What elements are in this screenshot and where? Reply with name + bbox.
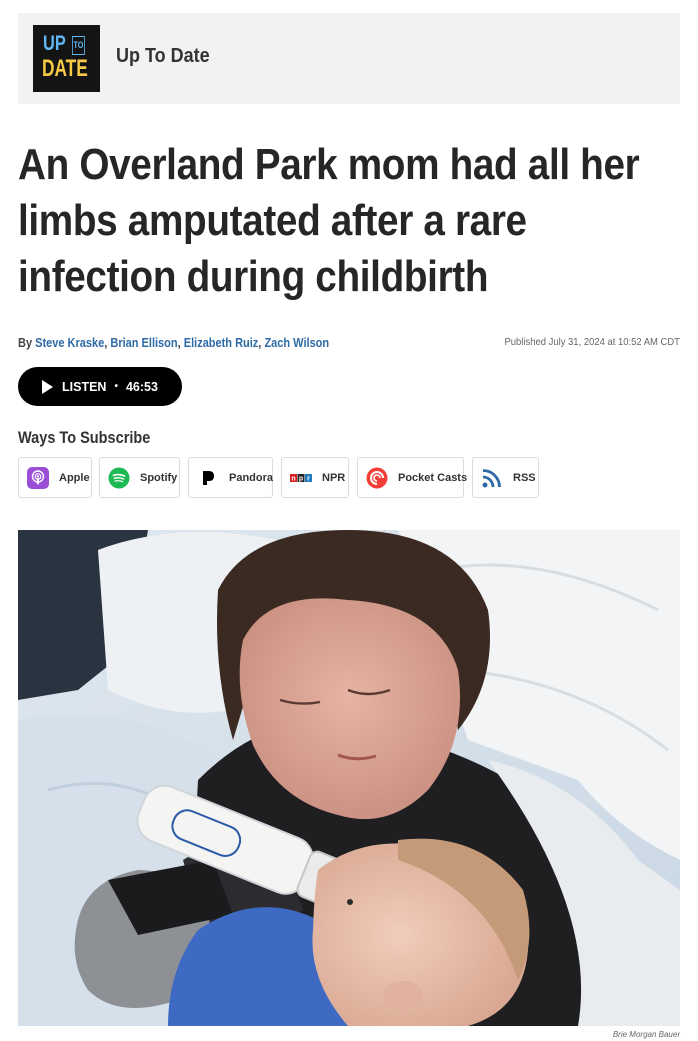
- author-link[interactable]: Elizabeth Ruiz: [184, 336, 259, 350]
- author-link[interactable]: Zach Wilson: [264, 336, 329, 350]
- byline-prefix: By: [18, 336, 33, 350]
- listen-duration: 46:53: [125, 379, 158, 394]
- subscribe-label: Spotify: [140, 471, 178, 484]
- pandora-icon: [197, 467, 219, 489]
- subscribe-spotify-button[interactable]: Spotify: [99, 457, 180, 498]
- subscribe-pandora-button[interactable]: Pandora: [188, 457, 273, 498]
- subscribe-label: Apple: [59, 471, 90, 484]
- subscribe-npr-button[interactable]: n p r NPR: [281, 457, 349, 498]
- byline: By Steve Kraske, Brian Ellison, Elizabet…: [18, 336, 329, 350]
- article-headline: An Overland Park mom had all her limbs a…: [18, 137, 640, 305]
- listen-button[interactable]: LISTEN • 46:53: [18, 367, 182, 406]
- published-date: Published July 31, 2024 at 10:52 AM CDT: [504, 336, 680, 348]
- logo-up-text: UP: [43, 32, 66, 55]
- author-link[interactable]: Steve Kraske: [35, 336, 104, 350]
- listen-label: LISTEN: [62, 379, 107, 394]
- mother-feeding-baby-photo: [18, 530, 680, 1026]
- author-link[interactable]: Brian Ellison: [110, 336, 177, 350]
- subscribe-label: Pocket Casts: [398, 471, 468, 484]
- npr-icon: n p r: [290, 467, 312, 489]
- article-lead-photo: [18, 530, 680, 1026]
- show-name-link[interactable]: Up To Date: [116, 45, 210, 68]
- headline-line-3: infection during childbirth: [18, 252, 489, 301]
- show-header: UP TO DATE Up To Date: [18, 13, 680, 104]
- npr-letter-n: n: [291, 475, 295, 482]
- byline-separator: ,: [104, 336, 108, 350]
- logo-date-text: DATE: [42, 55, 88, 82]
- subscribe-pocket-casts-button[interactable]: Pocket Casts: [357, 457, 468, 498]
- subscribe-heading: Ways To Subscribe: [18, 429, 151, 447]
- spotify-icon: [108, 467, 130, 489]
- listen-dot: •: [114, 381, 118, 392]
- headline-line-2: limbs amputated after a rare: [18, 196, 527, 245]
- subscribe-rss-button[interactable]: RSS: [472, 457, 539, 498]
- apple-podcasts-icon: [27, 466, 49, 489]
- byline-separator: ,: [258, 336, 262, 350]
- show-logo[interactable]: UP TO DATE: [33, 25, 100, 92]
- logo-to-text: TO: [72, 36, 85, 55]
- byline-separator: ,: [177, 336, 181, 350]
- photo-credit: Brie Morgan Bauer: [612, 1030, 680, 1039]
- headline-line-1: An Overland Park mom had all her: [18, 140, 640, 189]
- npr-letter-p: p: [299, 475, 303, 482]
- npr-letter-r: r: [307, 475, 310, 482]
- subscribe-label: NPR: [322, 471, 346, 484]
- subscribe-label: Pandora: [229, 471, 274, 484]
- rss-icon: [481, 467, 503, 489]
- subscribe-label: RSS: [513, 471, 536, 484]
- play-icon: [42, 379, 53, 394]
- pocket-casts-icon: [366, 467, 388, 489]
- subscribe-apple-button[interactable]: Apple: [18, 457, 92, 498]
